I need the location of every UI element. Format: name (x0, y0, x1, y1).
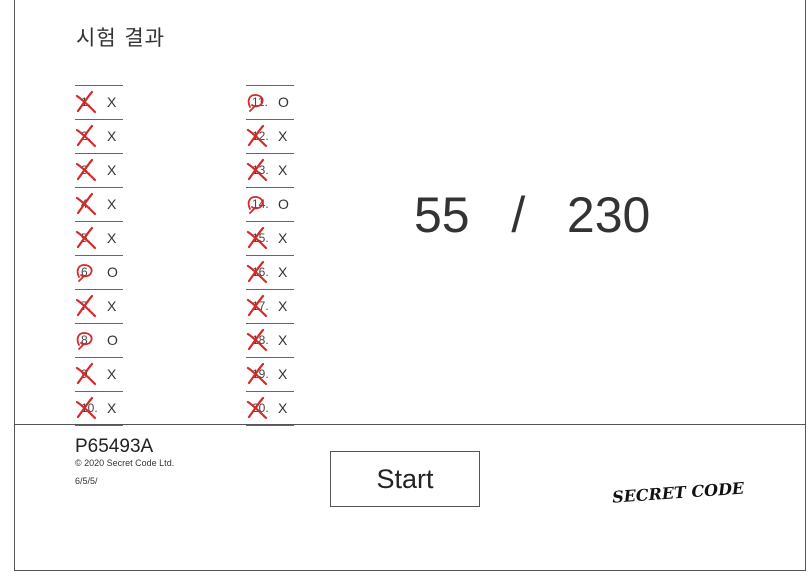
results-column-left: 1. X 2. X 3. X 4. X 5. X 6. O 7. X 8. O 9. X 10. X (75, 85, 123, 426)
wrong-mark-icon (75, 90, 97, 114)
question-row: 1. X (75, 85, 123, 119)
question-answer: X (278, 332, 288, 348)
wrong-mark-icon (75, 158, 97, 182)
question-row: 2. X (75, 119, 123, 153)
question-answer: X (107, 162, 117, 178)
wrong-mark-icon (246, 294, 268, 318)
wrong-mark-icon (75, 192, 97, 216)
question-answer: X (107, 366, 117, 382)
wrong-mark-icon (246, 260, 268, 284)
logo-text: SECRET CODE (612, 478, 746, 506)
correct-mark-icon (247, 94, 264, 112)
wrong-mark-icon (246, 158, 268, 182)
question-row: 8. O (75, 323, 123, 357)
question-row: 18. X (246, 323, 294, 357)
question-answer: O (278, 196, 289, 212)
question-row: 20. X (246, 391, 294, 426)
footer-divider (14, 424, 806, 425)
wrong-mark-icon (246, 124, 268, 148)
question-row: 9. X (75, 357, 123, 391)
question-answer: X (278, 264, 288, 280)
question-row: 3. X (75, 153, 123, 187)
wrong-mark-icon (75, 226, 97, 250)
question-answer: X (107, 196, 117, 212)
score-total: 230 (566, 187, 651, 243)
question-answer: X (107, 94, 117, 110)
question-answer: X (278, 366, 288, 382)
wrong-mark-icon (75, 294, 97, 318)
question-row: 12. X (246, 119, 294, 153)
exam-code: P65493A (75, 436, 154, 457)
question-row: 13. X (246, 153, 294, 187)
start-button[interactable]: Start (330, 451, 480, 507)
question-answer: X (107, 230, 117, 246)
question-answer: O (278, 94, 289, 110)
question-row: 14. O (246, 187, 294, 221)
results-column-right: 11. O 12. X 13. X 14. O 15. X 16. X 17. X 18. X 19. X 20. X (246, 85, 294, 426)
question-row: 5. X (75, 221, 123, 255)
question-row: 11. O (246, 85, 294, 119)
question-row: 15. X (246, 221, 294, 255)
question-row: 17. X (246, 289, 294, 323)
question-answer: O (107, 332, 118, 348)
question-answer: X (107, 298, 117, 314)
wrong-mark-icon (75, 124, 97, 148)
question-answer: X (278, 230, 288, 246)
wrong-mark-icon (246, 328, 268, 352)
correct-mark-icon (247, 196, 264, 214)
question-row: 6. O (75, 255, 123, 289)
score-earned: 55 (414, 187, 470, 243)
question-row: 19. X (246, 357, 294, 391)
question-answer: O (107, 264, 118, 280)
question-answer: X (278, 298, 288, 314)
secret-code-logo: SECRET CODE (612, 478, 746, 506)
correct-mark-icon (76, 332, 93, 350)
wrong-mark-icon (75, 396, 97, 420)
question-answer: X (278, 128, 288, 144)
score-display: 55 / 230 (414, 186, 650, 244)
question-row: 7. X (75, 289, 123, 323)
wrong-mark-icon (246, 226, 268, 250)
question-answer: X (278, 400, 288, 416)
correct-mark-icon (76, 264, 93, 282)
score-separator: / (511, 187, 526, 243)
wrong-mark-icon (246, 396, 268, 420)
date-text: 6/5/5/ (75, 476, 98, 486)
question-row: 4. X (75, 187, 123, 221)
question-answer: X (107, 128, 117, 144)
page-title: 시험 결과 (76, 26, 165, 50)
question-answer: X (107, 400, 117, 416)
question-row: 16. X (246, 255, 294, 289)
question-answer: X (278, 162, 288, 178)
wrong-mark-icon (75, 362, 97, 386)
copyright-text: © 2020 Secret Code Ltd. (75, 458, 175, 468)
question-row: 10. X (75, 391, 123, 426)
wrong-mark-icon (246, 362, 268, 386)
